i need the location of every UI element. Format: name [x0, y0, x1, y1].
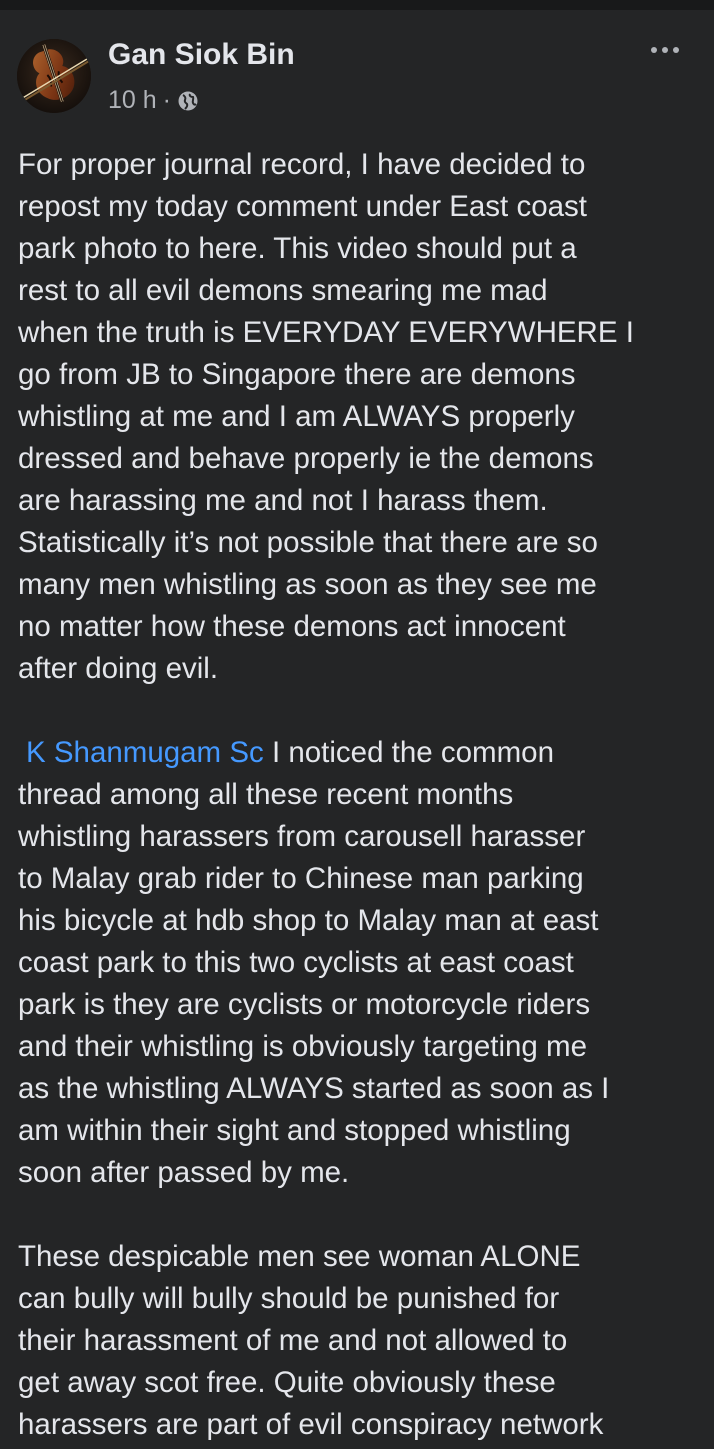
post-line: and their whistling is obviously targeti…: [18, 1030, 587, 1063]
post-line: Statistically it’s not possible that the…: [18, 526, 598, 559]
post-line: no matter how these demons act innocent: [18, 610, 566, 643]
author-avatar[interactable]: [17, 39, 91, 113]
mention-link[interactable]: K Shanmugam Sc: [26, 736, 264, 769]
post-line: get away scot free. Quite obviously thes…: [18, 1366, 556, 1399]
post-line: repost my today comment under East coast: [18, 190, 587, 223]
post-line: whistling harassers from carousell haras…: [18, 820, 586, 853]
violin-avatar-icon: [17, 39, 91, 113]
post-body: For proper journal record, I have decide…: [18, 144, 698, 1449]
post-paragraph-1: For proper journal record, I have decide…: [18, 144, 698, 690]
post-line: thread among all these recent months: [18, 778, 514, 811]
more-options-icon: [651, 47, 657, 53]
post-line: dressed and behave properly ie the demon…: [18, 442, 594, 475]
post-line: can bully will bully should be punished …: [18, 1282, 560, 1315]
post-line: whistling at me and I am ALWAYS properly: [18, 400, 575, 433]
post-line: are harassing me and not I harass them.: [18, 484, 548, 517]
post-line-with-mention: K Shanmugam Sc I noticed the common: [18, 732, 698, 774]
post-line: park is they are cyclists or motorcycle …: [18, 988, 591, 1021]
post-line: his bicycle at hdb shop to Malay man at …: [18, 904, 599, 937]
post-line: many men whistling as soon as they see m…: [18, 568, 597, 601]
more-options-dot: [673, 47, 679, 53]
post-line: am within their sight and stopped whistl…: [18, 1114, 571, 1147]
post-line: harassers are part of evil conspiracy ne…: [18, 1408, 604, 1441]
post-line: to Malay grab rider to Chinese man parki…: [18, 862, 584, 895]
post-line: when the truth is EVERYDAY EVERYWHERE I: [18, 316, 634, 349]
post-line: their harassment of me and not allowed t…: [18, 1324, 568, 1357]
meta-separator: ·: [162, 85, 171, 114]
author-name[interactable]: Gan Siok Bin: [108, 38, 295, 72]
post-meta: 10 h ·: [108, 84, 199, 116]
post-line: go from JB to Singapore there are demons: [18, 358, 576, 391]
post-line: coast park to this two cyclists at east …: [18, 946, 574, 979]
post-time[interactable]: 10 h: [108, 86, 157, 115]
more-options-dot: [662, 47, 668, 53]
post-line-text: I noticed the common: [263, 736, 554, 769]
more-options-button[interactable]: [642, 36, 688, 64]
post-line: For proper journal record, I have decide…: [18, 148, 586, 181]
post-line: rest to all evil demons smearing me mad: [18, 274, 548, 307]
globe-icon: [177, 90, 199, 112]
post-line: park photo to here. This video should pu…: [18, 232, 577, 265]
post-line: after doing evil.: [18, 652, 219, 685]
post-line: These despicable men see woman ALONE: [18, 1240, 581, 1273]
top-status-strip: [0, 0, 714, 10]
post-paragraph-3: These despicable men see woman ALONE can…: [18, 1236, 698, 1446]
post-paragraph-2: K Shanmugam Sc I noticed the common thre…: [18, 732, 698, 1194]
post-line: as the whistling ALWAYS started as soon …: [18, 1072, 610, 1105]
post-line: soon after passed by me.: [18, 1156, 350, 1189]
